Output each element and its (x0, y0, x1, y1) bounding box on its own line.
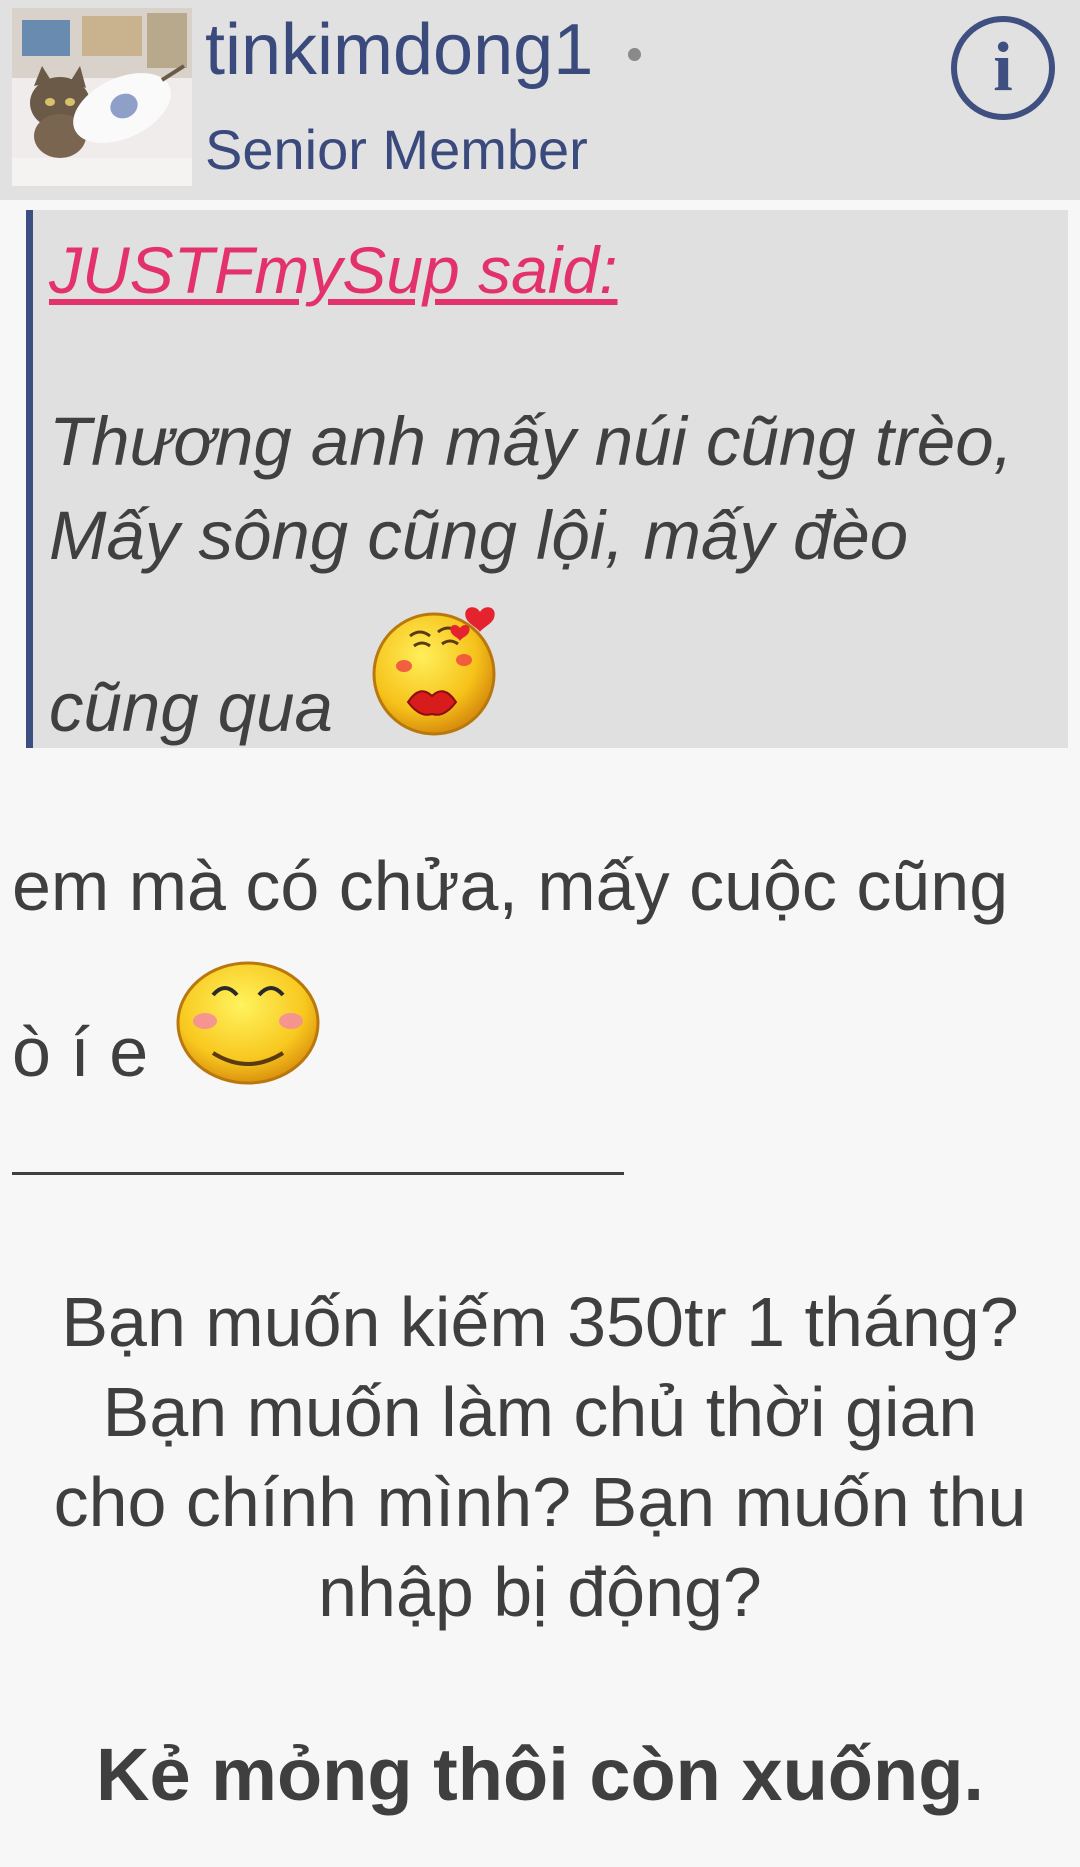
reply-line: em mà có chửa, mấy cuộc cũng (12, 847, 1009, 925)
blushing-smile-emoji-icon (176, 961, 320, 1085)
avatar[interactable] (12, 8, 192, 186)
signature-line: cho chính mình? Bạn muốn thu (53, 1463, 1027, 1541)
signature-bold-line: Kẻ mỏng thôi còn xuống. (96, 1733, 984, 1816)
cat-photo-icon (12, 8, 192, 186)
reply-line: ò í e (12, 1013, 149, 1091)
quote-line: cũng qua (49, 669, 333, 746)
quote-line: Thương anh mấy núi cũng trèo, (49, 403, 1013, 480)
online-status-dot (628, 48, 641, 61)
signature-line: Bạn muốn kiếm 350tr 1 tháng? (61, 1283, 1019, 1361)
post-header: tinkimdong1 Senior Member i (0, 0, 1080, 200)
quote-attribution-link[interactable]: JUSTFmySup said: (49, 232, 617, 308)
quote-line: Mấy sông cũng lội, mấy đèo (49, 497, 909, 574)
kiss-emoji-icon (372, 607, 496, 736)
user-role: Senior Member (205, 118, 588, 181)
signature-line: nhập bị động? (318, 1553, 762, 1631)
signature-line: Bạn muốn làm chủ thời gian (102, 1373, 978, 1451)
quote-block: JUSTFmySup said: Thương anh mấy núi cũng… (26, 210, 1068, 748)
signature-divider (12, 1172, 624, 1175)
info-button[interactable]: i (951, 16, 1055, 120)
username-link[interactable]: tinkimdong1 (205, 14, 593, 86)
info-icon: i (993, 29, 1013, 106)
